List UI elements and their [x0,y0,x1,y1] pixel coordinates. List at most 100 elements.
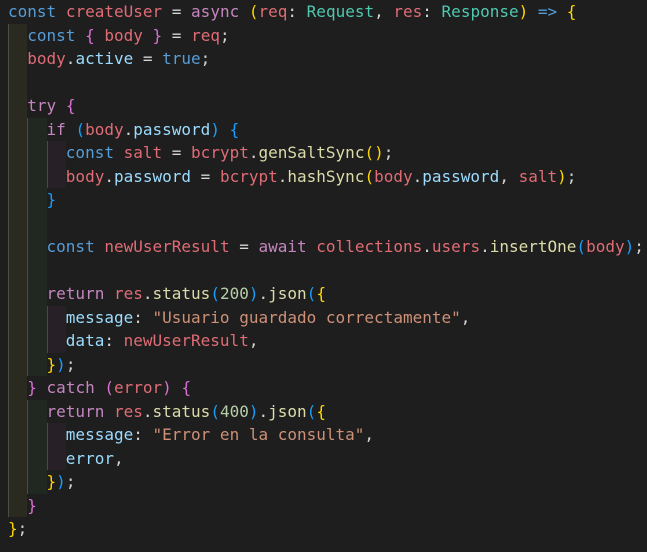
code-line[interactable]: const createUser = async (req: Request, … [0,0,647,24]
code-token: password [422,166,500,186]
code-line[interactable]: data: newUserResult, [0,329,647,353]
code-token: { [316,401,326,421]
code-token: . [412,166,423,186]
code-line[interactable]: try { [0,94,647,118]
code-token: => [537,2,558,21]
code-token: body [85,119,124,139]
code-token: , [364,425,375,444]
code-token: await [258,237,307,256]
code-token: res [113,401,143,421]
code-token: const [46,237,95,256]
code-token: Request [306,2,375,21]
code-token: insertOne [489,237,577,256]
code-token: ) [248,284,259,303]
code-line[interactable]: body.password = bcrypt.hashSync(body.pas… [0,164,647,188]
code-token: . [65,49,76,68]
code-token: if [46,119,66,139]
code-token: ; [200,49,211,68]
code-line[interactable]: return res.status(400).json({ [0,399,647,423]
code-line[interactable]: if (body.password) { [0,117,647,141]
code-token: bcrypt [219,166,278,186]
code-token: { [181,378,192,397]
code-line[interactable]: } [0,493,647,517]
code-token: } [8,519,18,538]
code-token: = [133,49,163,68]
code-token: . [258,284,269,303]
code-token: } [27,495,37,515]
code-line[interactable]: const { body } = req; [0,23,647,47]
code-token: genSaltSync [258,143,365,162]
code-token: status [152,284,211,303]
code-token: async [191,2,240,21]
code-token: { [566,2,577,21]
code-line[interactable]: }); [0,470,647,494]
code-line[interactable]: message: "Error en la consulta", [0,423,647,447]
code-token: . [123,119,134,139]
code-token: ( [248,2,259,21]
code-token: } [152,25,163,45]
code-token: ; [566,166,577,186]
code-line[interactable]: body.active = true; [0,47,647,71]
code-line[interactable]: const salt = bcrypt.genSaltSync(); [0,141,647,165]
code-token: bcrypt [191,143,249,162]
code-token: : [133,425,153,444]
code-token: } [46,354,57,374]
code-token: body [27,49,66,68]
code-editor[interactable]: const createUser = async (req: Request, … [0,0,647,552]
code-token: const [27,25,76,45]
code-token: . [142,284,153,303]
code-line[interactable]: } catch (error) { [0,376,647,400]
code-token: body [65,166,105,186]
code-token: . [104,166,114,186]
code-token: return [46,401,105,421]
code-line[interactable] [0,258,647,282]
code-token: json [268,284,307,303]
code-token: ) [557,166,567,186]
code-line[interactable] [0,211,647,235]
code-line[interactable]: }); [0,352,647,376]
code-line[interactable]: message: "Usuario guardado correctamente… [0,305,647,329]
code-token: = [162,2,192,21]
code-token: active [75,49,134,68]
code-line[interactable]: error, [0,446,647,470]
code-line[interactable]: }; [0,517,647,541]
code-token: ( [306,401,317,421]
code-line[interactable] [0,70,647,94]
code-token: , [499,166,519,186]
code-token: , [374,2,394,21]
indent-guide [8,258,28,282]
code-token: : [287,2,307,21]
code-token: , [248,331,259,350]
code-line[interactable]: return res.status(200).json({ [0,282,647,306]
code-token: message [65,307,134,327]
code-line[interactable]: const newUserResult = await collections.… [0,235,647,259]
code-token: password [133,119,211,139]
code-token: ) [56,472,66,491]
code-token: } [46,190,57,209]
code-token: } [46,472,57,491]
code-token: hashSync [287,166,365,186]
code-token: ( [364,166,375,186]
code-token: Response [441,2,519,21]
code-line[interactable]: } [0,188,647,212]
code-token: body [586,237,625,256]
code-token: ( [210,401,220,421]
code-token: json [268,401,307,421]
